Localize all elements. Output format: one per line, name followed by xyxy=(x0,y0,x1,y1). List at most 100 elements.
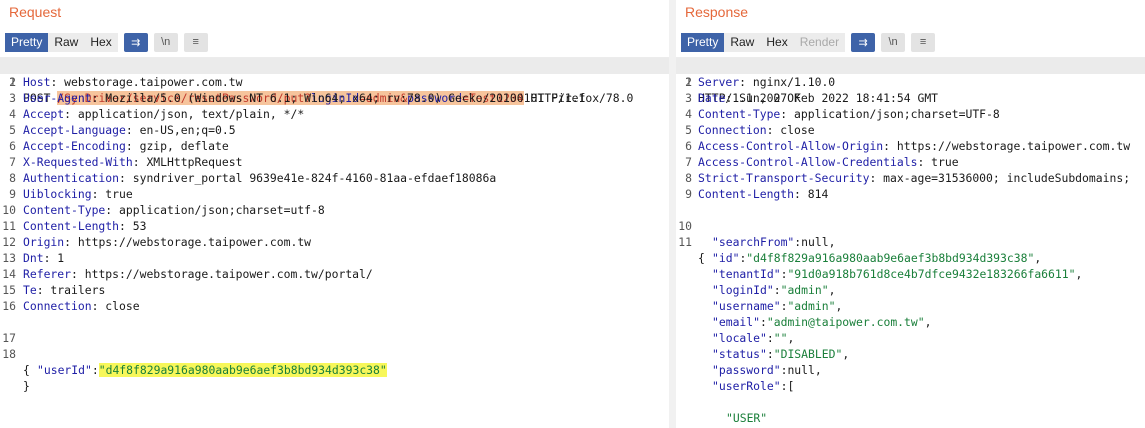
json-key: "email" xyxy=(712,315,761,329)
response-header: Date: Sun, 27 Feb 2022 18:41:54 GMT xyxy=(698,91,939,105)
request-tab-pretty[interactable]: Pretty xyxy=(5,32,49,52)
request-tab-raw[interactable]: Raw xyxy=(48,32,85,52)
line-number: 6 xyxy=(9,139,16,153)
header-name: Uiblocking xyxy=(23,187,92,201)
response-header-line: 7 Access-Control-Allow-Credentials: true xyxy=(676,154,1145,170)
header-value: nginx/1.10.0 xyxy=(746,75,836,89)
request-header: Accept-Language: en-US,en;q=0.5 xyxy=(23,123,236,137)
line-number: 11 xyxy=(2,219,16,233)
header-value: XMLHttpRequest xyxy=(139,155,243,169)
request-header-line: 6 Accept-Encoding: gzip, deflate xyxy=(0,138,669,154)
header-name: Accept-Language xyxy=(23,123,126,137)
header-value: https://webstorage.taipower.com.tw/porta… xyxy=(77,267,373,281)
line-number: 9 xyxy=(685,187,692,201)
line-number: 4 xyxy=(9,107,16,121)
response-json-line: "username":"admin", xyxy=(676,298,1145,314)
header-name: Server xyxy=(698,75,740,89)
header-name: Content-Type xyxy=(698,107,781,121)
response-json-line: "password":null, xyxy=(676,362,1145,378)
response-editor[interactable]: 1 HTTP/1.1 200 OK 2 Server: nginx/1.10.0 3… xyxy=(676,57,1145,428)
request-line: "userId":"d4f8f829a916a980aab9e6aef3b8bd… xyxy=(0,346,669,377)
response-json-line: "tenantId":"91d0a918b761d8ce4b7dfce9432e… xyxy=(676,266,1145,282)
response-line: 1 HTTP/1.1 200 OK xyxy=(676,58,1145,105)
json-value: null xyxy=(787,363,815,377)
response-tab-pretty[interactable]: Pretty xyxy=(681,32,725,52)
header-value: syndriver_portal 9639e41e-824f-4160-81aa… xyxy=(125,171,497,185)
request-header: Te: trailers xyxy=(23,283,106,297)
json-field: "loginId":"admin", xyxy=(712,283,836,297)
header-name: Connection xyxy=(698,123,767,137)
request-tab-hex[interactable]: Hex xyxy=(84,32,118,52)
header-name: Referer xyxy=(23,267,72,281)
menu-icon[interactable]: ≡ xyxy=(911,32,936,52)
response-tab-hex[interactable]: Hex xyxy=(760,32,794,52)
header-name: Access-Control-Allow-Credentials xyxy=(698,155,918,169)
request-header: Origin: https://webstorage.taipower.com.… xyxy=(23,235,312,249)
line-number: 7 xyxy=(685,155,692,169)
request-header-line: 9 Uiblocking: true xyxy=(0,186,669,202)
request-header: Accept-Encoding: gzip, deflate xyxy=(23,139,229,153)
response-json-line: "searchFrom":null, xyxy=(676,234,1145,250)
json-field: "password":null, xyxy=(712,363,822,377)
header-name: Connection xyxy=(23,299,92,313)
line-number: 16 xyxy=(2,299,16,313)
request-header: Content-Length: 53 xyxy=(23,219,147,233)
pane-divider[interactable] xyxy=(669,0,676,428)
show-newlines-icon[interactable]: \n xyxy=(881,32,906,52)
request-header-line: 2 Host: webstorage.taipower.com.tw xyxy=(0,74,669,90)
request-header-line: 3 User-Agent: Mozilla/5.0 (Windows NT 6.1… xyxy=(0,90,669,106)
wrap-lines-icon[interactable]: ⇉ xyxy=(123,32,148,52)
line-number: 5 xyxy=(9,123,16,137)
json-tail: , xyxy=(828,283,836,297)
response-json-line: "status":"DISABLED", xyxy=(676,346,1145,362)
header-value: webstorage.taipower.com.tw xyxy=(57,75,243,89)
header-name: Strict-Transport-Security xyxy=(698,171,870,185)
request-header: Authentication: syndriver_portal 9639e41… xyxy=(23,171,497,185)
json-field: "id":"d4f8f829a916a980aab9e6aef3b8bd934d… xyxy=(712,251,1042,265)
json-key: "status" xyxy=(712,347,767,361)
response-header-line: 8 Strict-Transport-Security: max-age=3153… xyxy=(676,170,1145,186)
json-tail: , xyxy=(835,299,843,313)
request-line: 17 xyxy=(0,314,669,345)
header-value: 814 xyxy=(800,187,829,201)
request-header-line: 8 Authentication: syndriver_portal 9639e4… xyxy=(0,170,669,186)
header-name: Accept xyxy=(23,107,65,121)
json-tail: , xyxy=(828,235,836,249)
header-value: application/json, text/plain, */* xyxy=(71,107,305,121)
json-value: "" xyxy=(773,331,788,345)
line-number: 9 xyxy=(9,187,16,201)
json-value: [ xyxy=(787,379,795,393)
show-newlines-icon[interactable]: \n xyxy=(153,32,178,52)
line-number: 10 xyxy=(2,203,16,217)
json-key: "locale" xyxy=(712,331,767,345)
response-json-line: "email":"admin@taipower.com.tw", xyxy=(676,314,1145,330)
json-value: "admin" xyxy=(787,299,836,313)
json-field: "tenantId":"91d0a918b761d8ce4b7dfce9432e… xyxy=(712,267,1083,281)
header-value: Sun, 27 Feb 2022 18:41:54 GMT xyxy=(732,91,939,105)
line-number: 15 xyxy=(2,283,16,297)
header-name: Accept-Encoding xyxy=(23,139,126,153)
response-tab-raw[interactable]: Raw xyxy=(724,32,761,52)
request-header: Dnt: 1 xyxy=(23,251,65,265)
header-value: true xyxy=(98,187,133,201)
header-value: https://webstorage.taipower.com.tw xyxy=(71,235,312,249)
request-header: User-Agent: Mozilla/5.0 (Windows NT 6.1;… xyxy=(23,91,634,105)
json-tail: , xyxy=(787,331,795,345)
line-number: 2 xyxy=(9,75,16,89)
line-number: 13 xyxy=(2,251,16,265)
response-tab-render[interactable]: Render xyxy=(793,32,846,52)
request-header-line: 16 Connection: close xyxy=(0,298,669,314)
request-pane: Request Pretty Raw Hex ⇉ \n ≡ 1 POST /Sy… xyxy=(0,0,669,428)
json-value: "admin@taipower.com.tw" xyxy=(766,315,925,329)
wrap-lines-icon[interactable]: ⇉ xyxy=(851,32,876,52)
menu-icon[interactable]: ≡ xyxy=(183,32,208,52)
response-header-line: 6 Access-Control-Allow-Origin: https://we… xyxy=(676,138,1145,154)
request-header: Referer: https://webstorage.taipower.com… xyxy=(23,267,373,281)
request-header-line: 4 Accept: application/json, text/plain, *… xyxy=(0,106,669,122)
header-value: true xyxy=(924,155,959,169)
response-pane: Response Pretty Raw Hex Render ⇉ \n ≡ 1 … xyxy=(676,0,1145,428)
line-number: 2 xyxy=(685,75,692,89)
request-editor[interactable]: 1 POST /SynDriver/service/resetPassword/… xyxy=(0,57,669,428)
header-name: Content-Length xyxy=(23,219,120,233)
json-field: "email":"admin@taipower.com.tw", xyxy=(712,315,932,329)
